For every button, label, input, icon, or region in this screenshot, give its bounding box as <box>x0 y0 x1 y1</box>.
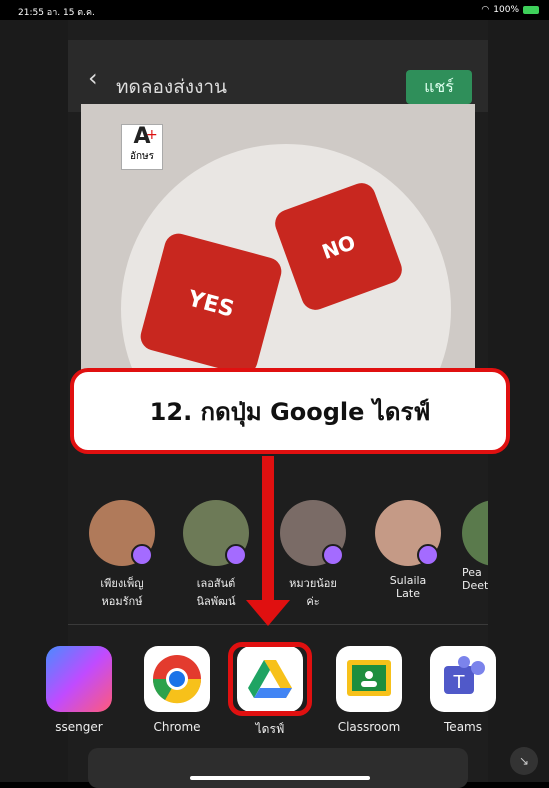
avatar <box>375 500 441 566</box>
status-bar: 21:55 อา. 15 ต.ค. ◠ 100% <box>0 0 549 20</box>
teams-icon: T <box>430 646 496 712</box>
contact-item[interactable]: หมวยน้อย ค่ะ <box>273 500 353 610</box>
messenger-icon <box>225 544 247 566</box>
contact-item[interactable]: เพียงเพ็ญ หอมรักษ์ <box>82 500 162 610</box>
arrow-shaft <box>262 456 274 606</box>
avatar <box>280 500 346 566</box>
app-messenger[interactable]: ssenger <box>44 646 114 734</box>
avatar <box>183 500 249 566</box>
chrome-icon <box>144 646 210 712</box>
arrow-down-icon <box>246 600 290 626</box>
battery-percentage: 100% <box>493 5 519 15</box>
contact-item[interactable]: Sulaila Late <box>368 500 448 600</box>
contact-item[interactable]: เลอสันต์ นิลพัฒน์ <box>176 500 256 610</box>
back-icon[interactable]: ‹ <box>88 66 98 90</box>
share-button[interactable]: แชร์ <box>406 70 472 104</box>
minimize-icon[interactable]: ↘ <box>510 747 538 775</box>
wifi-icon: ◠ <box>481 5 490 15</box>
status-time: 21:55 อา. 15 ต.ค. <box>18 8 95 18</box>
apps-row: ssenger Chrome ไดรฟ์ Classroom T Teams <box>46 642 496 746</box>
header-bar: ‹ ทดลองส่งงาน แชร์ <box>68 40 488 112</box>
avatar <box>89 500 155 566</box>
shared-image-preview: A + อักษร YES NO <box>81 104 475 394</box>
aksorn-logo: A + อักษร <box>121 124 163 170</box>
classroom-icon <box>336 646 402 712</box>
messenger-icon <box>322 544 344 566</box>
messenger-icon <box>46 646 112 712</box>
app-classroom[interactable]: Classroom <box>324 646 414 734</box>
avatar <box>462 500 488 566</box>
bottom-actions-bar <box>88 748 468 788</box>
app-teams[interactable]: T Teams <box>418 646 508 734</box>
drive-highlight-box <box>228 642 312 716</box>
svg-text:T: T <box>453 672 466 693</box>
contact-item[interactable]: Pea Deet <box>462 500 488 592</box>
battery-icon <box>523 6 539 14</box>
page-title: ทดลองส่งงาน <box>116 76 228 98</box>
app-chrome[interactable]: Chrome <box>132 646 222 734</box>
instruction-callout: 12. กดปุ่ม Google ไดรฟ์ <box>70 368 510 454</box>
messenger-icon <box>131 544 153 566</box>
home-indicator[interactable] <box>190 776 370 780</box>
status-icons: ◠ 100% <box>481 5 539 15</box>
messenger-icon <box>417 544 439 566</box>
